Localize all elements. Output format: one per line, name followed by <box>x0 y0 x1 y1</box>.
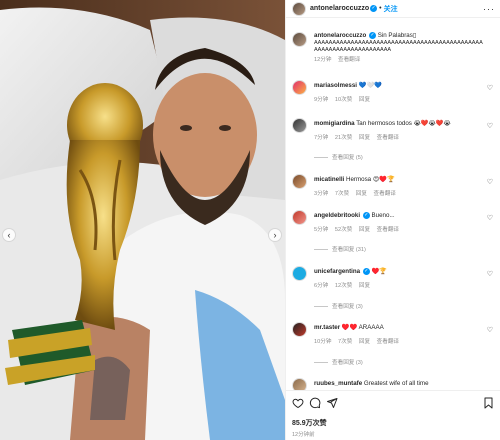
reply-button[interactable]: 回复 <box>359 339 370 345</box>
likes-count[interactable]: 85.9万次赞 <box>292 418 327 428</box>
heart-icon[interactable] <box>292 397 304 409</box>
comment-text: 💙🤍💙 <box>358 82 382 89</box>
author-username[interactable]: antonelaroccuzzo <box>310 5 369 12</box>
comment-username[interactable]: angeldebritooki <box>314 212 360 219</box>
comment-likes[interactable]: 7次赞 <box>338 339 352 345</box>
post-actions-bar: 85.9万次赞 12分钟前 <box>286 390 500 440</box>
caption-username[interactable]: antonelaroccuzzo <box>314 32 366 39</box>
comment-text: Tan hermosos todos 😭❤️😭❤️😭 <box>356 120 451 127</box>
avatar[interactable] <box>292 174 307 189</box>
replies-line <box>314 249 328 251</box>
reply-button[interactable]: 回复 <box>356 191 367 197</box>
chevron-left-icon[interactable]: ‹ <box>2 228 16 242</box>
comment-likes[interactable]: 12次赞 <box>335 283 352 289</box>
replies-line <box>314 306 328 308</box>
comment-text: ♥️🏆 <box>371 268 387 276</box>
caption-title: Sin Palabras▯ <box>377 32 417 40</box>
comment-time[interactable]: 7分钟 <box>314 135 328 141</box>
comments-list[interactable]: antonelaroccuzzo ✓ Sin Palabras▯ AAAAAAA… <box>286 18 500 390</box>
view-replies-label[interactable]: 查看回复 (3) <box>332 360 363 366</box>
post-timestamp[interactable]: 12分钟前 <box>292 430 315 438</box>
comment-time[interactable]: 9分钟 <box>314 97 328 103</box>
caption-time[interactable]: 12分钟 <box>314 57 331 63</box>
comment-text: Greatest wife of all time <box>363 380 429 387</box>
replies-line <box>314 362 328 364</box>
avatar[interactable] <box>292 266 307 281</box>
reply-button[interactable]: 回复 <box>359 283 370 289</box>
chevron-right-icon[interactable]: › <box>268 228 282 242</box>
comment-likes[interactable]: 10次赞 <box>335 97 352 103</box>
comment-username[interactable]: ruubes_muntafe <box>314 380 362 387</box>
post-side-panel: antonelaroccuzzo ✓ • 关注 ··· antonelarocc… <box>285 0 500 440</box>
heart-icon[interactable]: ♡ <box>487 326 493 334</box>
comment-username[interactable]: mr.taster <box>314 324 340 331</box>
verified-badge-icon: ✓ <box>362 268 370 275</box>
view-replies-link[interactable]: 查看回复 (5) <box>314 153 363 161</box>
translate-link[interactable]: 查看翻译 <box>377 135 399 141</box>
comment-likes[interactable]: 7次赞 <box>335 191 349 197</box>
heart-icon[interactable]: ♡ <box>487 270 493 278</box>
post-image[interactable]: ‹ › <box>0 0 285 440</box>
view-replies-link[interactable]: 查看回复 (31) <box>314 245 366 253</box>
translate-link[interactable]: 查看翻译 <box>377 339 399 345</box>
verified-badge-icon: ✓ <box>370 5 378 12</box>
replies-line <box>314 157 328 159</box>
heart-icon[interactable]: ♡ <box>487 178 493 186</box>
avatar[interactable] <box>292 378 307 390</box>
comment-text: Bueno... <box>371 212 395 220</box>
avatar[interactable] <box>292 1 306 16</box>
avatar[interactable] <box>292 322 307 337</box>
separator-dot: • <box>379 5 382 12</box>
comment-likes[interactable]: 21次赞 <box>335 135 352 141</box>
comment-time[interactable]: 6分钟 <box>314 283 328 289</box>
heart-icon[interactable]: ♡ <box>487 84 493 92</box>
comment-username[interactable]: unicefargentina <box>314 268 360 275</box>
comment-username[interactable]: mariasolmessi <box>314 82 357 89</box>
view-replies-label[interactable]: 查看回复 (31) <box>332 247 366 253</box>
comment-text: Hermosa 😍♥️🏆 <box>346 176 395 183</box>
view-replies-link[interactable]: 查看回复 (3) <box>314 358 363 366</box>
comment-likes[interactable]: 52次赞 <box>335 227 352 233</box>
verified-badge-icon: ✓ <box>362 212 370 219</box>
reply-button[interactable]: 回复 <box>359 97 370 103</box>
reply-button[interactable]: 回复 <box>359 135 370 141</box>
comment-time[interactable]: 3分钟 <box>314 191 328 197</box>
bookmark-icon[interactable] <box>483 397 494 409</box>
avatar[interactable] <box>292 210 307 225</box>
reply-button[interactable]: 回复 <box>359 227 370 233</box>
view-replies-label[interactable]: 查看回复 (5) <box>332 155 363 161</box>
translate-link[interactable]: 查看翻译 <box>374 191 396 197</box>
more-options-icon[interactable]: ··· <box>483 4 495 14</box>
comment-icon[interactable] <box>309 397 321 409</box>
view-replies-link[interactable]: 查看回复 (3) <box>314 302 363 310</box>
comment-text: ♥️♥️ ARAAAA <box>341 324 384 331</box>
heart-icon[interactable]: ♡ <box>487 214 493 222</box>
comment-time[interactable]: 10分钟 <box>314 339 331 345</box>
view-replies-label[interactable]: 查看回复 (3) <box>332 304 363 310</box>
heart-icon[interactable]: ♡ <box>487 122 493 130</box>
avatar[interactable] <box>292 32 307 47</box>
avatar[interactable] <box>292 118 307 133</box>
post-photo <box>0 0 285 440</box>
share-icon[interactable] <box>326 397 338 409</box>
verified-badge-icon: ✓ <box>369 32 376 39</box>
comment-time[interactable]: 5分钟 <box>314 227 328 233</box>
avatar[interactable] <box>292 80 307 95</box>
follow-button[interactable]: 关注 <box>384 4 398 14</box>
post-header: antonelaroccuzzo ✓ • 关注 ··· <box>286 0 500 18</box>
caption-text: AAAAAAAAAAAAAAAAAAAAAAAAAAAAAAAAAAAAAAAA… <box>314 40 483 53</box>
comment-username[interactable]: micatinelli <box>314 176 344 183</box>
comment-username[interactable]: momigiardina <box>314 120 355 127</box>
translate-link[interactable]: 查看翻译 <box>338 57 360 63</box>
translate-link[interactable]: 查看翻译 <box>377 227 399 233</box>
